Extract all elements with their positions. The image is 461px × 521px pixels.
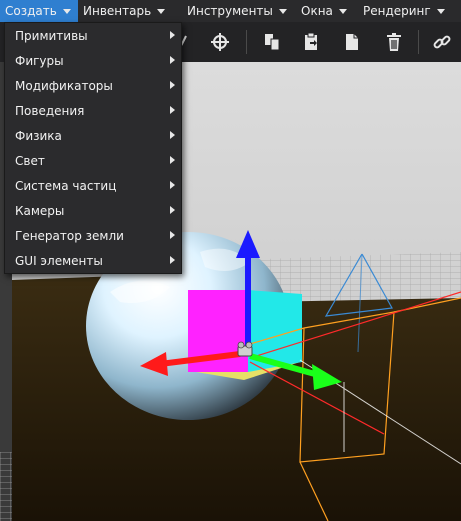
menu-item-physics[interactable]: Физика [5, 123, 181, 148]
duplicate-icon[interactable] [338, 28, 366, 56]
menu-item-label: GUI элементы [15, 253, 103, 268]
menu-inventory-label: Инвентарь [83, 4, 152, 18]
chevron-down-icon [157, 8, 166, 14]
menu-tools-label: Инструменты [187, 4, 273, 18]
chevron-down-icon [278, 8, 287, 14]
chevron-right-icon [170, 256, 175, 264]
chevron-right-icon [170, 181, 175, 189]
menu-item-particle-system[interactable]: Система частиц [5, 173, 181, 198]
menu-item-label: Система частиц [15, 178, 117, 193]
menu-item-behaviors[interactable]: Поведения [5, 98, 181, 123]
menu-create-label: Создать [5, 4, 57, 18]
menu-item-label: Свет [15, 153, 45, 168]
menu-item-shapes[interactable]: Фигуры [5, 48, 181, 73]
menu-item-label: Генератор земли [15, 228, 124, 243]
grid-plane-left [0, 452, 12, 521]
menu-rendering[interactable]: Рендеринг [358, 0, 454, 22]
menu-item-light[interactable]: Свет [5, 148, 181, 173]
link-icon[interactable] [428, 28, 456, 56]
chevron-right-icon [170, 206, 175, 214]
menu-item-label: Поведения [15, 103, 85, 118]
menu-create[interactable]: Создать [0, 0, 78, 22]
menu-item-label: Модификаторы [15, 78, 113, 93]
main-menubar: Создать Инвентарь Инструменты Окна Ренде… [0, 0, 461, 22]
menu-item-label: Камеры [15, 203, 65, 218]
menu-windows-label: Окна [301, 4, 333, 18]
menu-item-terrain-generator[interactable]: Генератор земли [5, 223, 181, 248]
toolbar-divider [246, 30, 247, 54]
create-dropdown-menu: Примитивы Фигуры Модификаторы Поведения … [4, 22, 182, 274]
menu-windows[interactable]: Окна [296, 0, 358, 22]
chevron-right-icon [170, 31, 175, 39]
chevron-down-icon [436, 8, 445, 14]
menu-item-label: Примитивы [15, 28, 88, 43]
menu-tools[interactable]: Инструменты [182, 0, 296, 22]
chevron-right-icon [170, 56, 175, 64]
menu-rendering-label: Рендеринг [363, 4, 431, 18]
toolbar-divider [418, 30, 419, 54]
menu-item-label: Физика [15, 128, 62, 143]
menu-item-label: Фигуры [15, 53, 64, 68]
paste-icon[interactable] [298, 28, 326, 56]
menu-item-modifiers[interactable]: Модификаторы [5, 73, 181, 98]
chevron-down-icon [338, 8, 347, 14]
copy-icon[interactable] [258, 28, 286, 56]
chevron-right-icon [170, 106, 175, 114]
menu-item-gui-elements[interactable]: GUI элементы [5, 248, 181, 273]
chevron-right-icon [170, 231, 175, 239]
menu-item-cameras[interactable]: Камеры [5, 198, 181, 223]
chevron-right-icon [170, 156, 175, 164]
chevron-down-icon [62, 8, 71, 14]
trash-icon[interactable] [380, 28, 408, 56]
chevron-right-icon [170, 81, 175, 89]
menu-item-primitives[interactable]: Примитивы [5, 23, 181, 48]
chevron-right-icon [170, 131, 175, 139]
menu-inventory[interactable]: Инвентарь [78, 0, 182, 22]
move-crosshair-icon[interactable] [206, 28, 234, 56]
